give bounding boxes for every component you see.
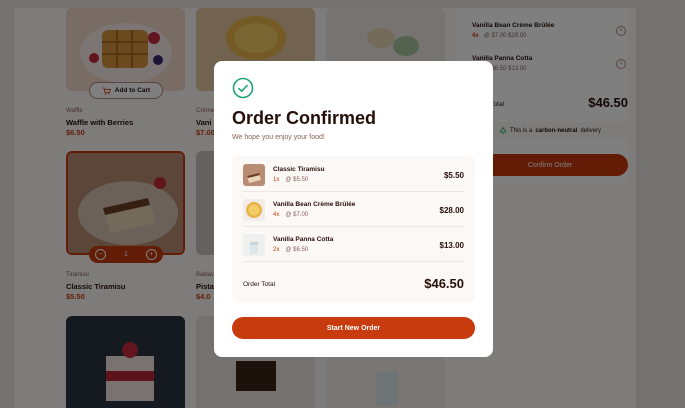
- order-item: Vanilla Panna Cotta 2x @ $6.50 $13.00: [243, 226, 464, 262]
- order-item-total: $28.00: [439, 206, 464, 215]
- order-item-name: Vanilla Panna Cotta: [273, 236, 334, 243]
- order-total-label: Order Total: [243, 281, 276, 288]
- order-item: Classic Tiramisu 1x @ $5.50 $5.50: [243, 156, 464, 192]
- order-item-unit: @ $5.50: [285, 177, 309, 183]
- order-item-meta: 4x @ $7.00: [273, 212, 308, 218]
- order-item-total: $13.00: [439, 241, 464, 250]
- check-circle-icon: [232, 77, 254, 99]
- modal-subtitle: We hope you enjoy your food!: [232, 134, 325, 141]
- order-item-name: Vanilla Bean Crème Brûlée: [273, 201, 356, 208]
- order-total-value: $46.50: [424, 276, 464, 291]
- order-confirmed-modal: Order Confirmed We hope you enjoy your f…: [214, 61, 493, 357]
- order-summary: Classic Tiramisu 1x @ $5.50 $5.50 Vanilla…: [232, 156, 475, 302]
- order-item-qty: 4x: [273, 212, 280, 218]
- order-item-qty: 2x: [273, 247, 280, 253]
- order-item-unit: @ $6.50: [285, 247, 309, 253]
- start-new-order-label: Start New Order: [326, 324, 381, 332]
- order-item-meta: 2x @ $6.50: [273, 247, 308, 253]
- order-item-thumbnail: [243, 164, 265, 186]
- order-item-thumbnail: [243, 199, 265, 221]
- order-item-unit: @ $7.00: [285, 212, 309, 218]
- order-item-total: $5.50: [443, 171, 464, 180]
- start-new-order-button[interactable]: Start New Order: [232, 317, 475, 339]
- order-item-qty: 1x: [273, 177, 280, 183]
- order-item-meta: 1x @ $5.50: [273, 177, 308, 183]
- order-item-name: Classic Tiramisu: [273, 166, 325, 173]
- modal-title: Order Confirmed: [232, 108, 377, 128]
- order-item: Vanilla Bean Crème Brûlée 4x @ $7.00 $28.…: [243, 191, 464, 227]
- order-item-thumbnail: [243, 234, 265, 256]
